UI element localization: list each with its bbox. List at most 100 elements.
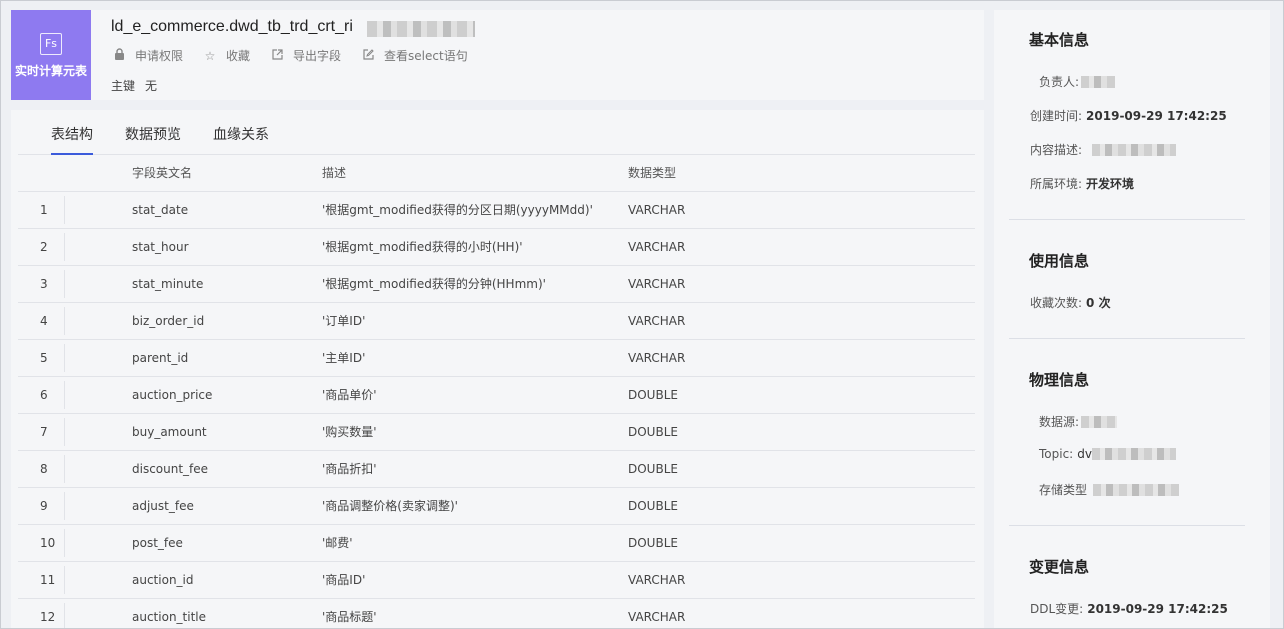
environment-label: 所属环境: xyxy=(1030,177,1083,191)
field-name: adjust_fee xyxy=(132,499,194,513)
field-type: VARCHAR xyxy=(628,240,686,254)
redacted-topic xyxy=(1091,448,1176,460)
table-row[interactable]: 10 post_fee '邮费' DOUBLE xyxy=(18,525,975,562)
field-description: '购买数量' xyxy=(322,425,377,439)
table-row[interactable]: 3 stat_minute '根据gmt_modified获得的分钟(HHmm)' V… xyxy=(18,266,975,303)
field-type: VARCHAR xyxy=(628,573,686,587)
row-divider xyxy=(64,196,65,224)
table-row[interactable]: 2 stat_hour '根据gmt_modified获得的小时(HH)' VARCH… xyxy=(18,229,975,266)
schema-table: 字段英文名 描述 数据类型 1 stat_date '根据gmt_modified获… xyxy=(18,155,975,629)
tab-bar: 表结构 数据预览 血缘关系 xyxy=(18,110,975,155)
table-header-card: Fs 实时计算元表 ld_e_commerce.dwd_tb_trd_crt_r… xyxy=(11,10,984,100)
favorite-count-value: 0 次 xyxy=(1086,296,1111,310)
field-description: '订单ID' xyxy=(322,314,366,328)
view-select-label: 查看select语句 xyxy=(384,49,468,63)
ddl-change-value: 2019-09-29 17:42:25 xyxy=(1087,601,1228,616)
primary-key: 主键无 xyxy=(111,77,157,94)
row-index: 1 xyxy=(40,203,48,217)
created-time-field: 创建时间: 2019-09-29 17:42:25 xyxy=(1030,107,1227,124)
primary-key-label: 主键 xyxy=(111,79,136,93)
star-icon: ☆ xyxy=(204,48,216,63)
info-panel: 基本信息 负责人: 创建时间: 2019-09-29 17:42:25 内容描述… xyxy=(994,10,1270,629)
field-type: VARCHAR xyxy=(628,203,686,217)
table-row[interactable]: 4 biz_order_id '订单ID' VARCHAR xyxy=(18,303,975,340)
tab-data-preview[interactable]: 数据预览 xyxy=(125,124,181,155)
field-name: biz_order_id xyxy=(132,314,205,328)
table-type-label: 实时计算元表 xyxy=(14,64,87,78)
field-type: VARCHAR xyxy=(628,351,686,365)
favorite-button[interactable]: ☆ 收藏 xyxy=(202,47,250,64)
description-label: 内容描述: xyxy=(1030,143,1083,157)
field-type: DOUBLE xyxy=(628,388,678,402)
table-row[interactable]: 8 discount_fee '商品折扣' DOUBLE xyxy=(18,451,975,488)
row-index: 6 xyxy=(40,388,48,402)
row-index: 11 xyxy=(40,573,56,587)
field-name: stat_date xyxy=(132,203,189,217)
field-name: stat_hour xyxy=(132,240,189,254)
table-row[interactable]: 9 adjust_fee '商品调整价格(卖家调整)' DOUBLE xyxy=(18,488,975,525)
topic-label: Topic: xyxy=(1039,447,1074,461)
row-index: 12 xyxy=(40,610,56,624)
primary-key-value: 无 xyxy=(145,79,158,93)
row-divider xyxy=(64,307,65,335)
field-type: VARCHAR xyxy=(628,277,686,291)
row-index: 2 xyxy=(40,240,48,254)
tab-lineage[interactable]: 血缘关系 xyxy=(213,124,269,155)
field-name: auction_title xyxy=(132,610,207,624)
ddl-change-field: DDL变更: 2019-09-29 17:42:25 xyxy=(1030,600,1228,617)
row-index: 5 xyxy=(40,351,48,365)
fs-icon: Fs xyxy=(40,33,62,55)
storage-type-field: 存储类型 xyxy=(1039,481,1180,498)
export-fields-label: 导出字段 xyxy=(293,49,342,63)
apply-permission-label: 申请权限 xyxy=(135,49,184,63)
header-actions: 申请权限 ☆ 收藏 导出字段 查看select语句 xyxy=(111,47,487,64)
row-divider xyxy=(64,492,65,520)
table-row[interactable]: 7 buy_amount '购买数量' DOUBLE xyxy=(18,414,975,451)
column-header-name: 字段英文名 xyxy=(132,166,193,180)
field-type: VARCHAR xyxy=(628,314,686,328)
field-description: '商品单价' xyxy=(322,388,377,402)
basic-info-title: 基本信息 xyxy=(1029,31,1090,49)
row-divider xyxy=(64,344,65,372)
apply-permission-button[interactable]: 申请权限 xyxy=(111,47,183,64)
topic-field: Topic: dv xyxy=(1039,447,1176,461)
view-select-button[interactable]: 查看select语句 xyxy=(360,47,468,64)
row-index: 3 xyxy=(40,277,48,291)
field-description: '商品标题' xyxy=(322,610,377,624)
table-row[interactable]: 1 stat_date '根据gmt_modified获得的分区日期(yyyyMMd… xyxy=(18,192,975,229)
favorite-label: 收藏 xyxy=(226,49,251,63)
row-index: 8 xyxy=(40,462,48,476)
table-row[interactable]: 5 parent_id '主单ID' VARCHAR xyxy=(18,340,975,377)
table-row[interactable]: 11 auction_id '商品ID' VARCHAR xyxy=(18,562,975,599)
usage-info-title: 使用信息 xyxy=(1029,252,1090,270)
datasource-field: 数据源: xyxy=(1039,413,1118,430)
field-description: '根据gmt_modified获得的分区日期(yyyyMMdd)' xyxy=(322,203,593,217)
table-row[interactable]: 6 auction_price '商品单价' DOUBLE xyxy=(18,377,975,414)
field-type: VARCHAR xyxy=(628,610,686,624)
field-type: DOUBLE xyxy=(628,425,678,439)
favorite-count-label: 收藏次数: xyxy=(1030,296,1083,310)
column-header-desc: 描述 xyxy=(322,166,347,180)
row-index: 4 xyxy=(40,314,48,328)
field-name: parent_id xyxy=(132,351,189,365)
field-name: auction_price xyxy=(132,388,213,402)
field-description: '商品折扣' xyxy=(322,462,377,476)
table-row[interactable]: 12 auction_title '商品标题' VARCHAR xyxy=(18,599,975,629)
field-name: auction_id xyxy=(132,573,194,587)
row-index: 10 xyxy=(40,536,56,550)
field-name: stat_minute xyxy=(132,277,204,291)
row-divider xyxy=(64,381,65,409)
ddl-change-label: DDL变更: xyxy=(1030,602,1084,616)
table-name: ld_e_commerce.dwd_tb_trd_crt_ri xyxy=(111,18,353,35)
storage-type-label: 存储类型 xyxy=(1039,483,1088,497)
tab-schema[interactable]: 表结构 xyxy=(51,124,93,155)
export-fields-button[interactable]: 导出字段 xyxy=(269,47,341,64)
row-divider xyxy=(64,566,65,594)
field-type: DOUBLE xyxy=(628,462,678,476)
export-icon xyxy=(269,48,285,63)
field-type: DOUBLE xyxy=(628,499,678,513)
field-name: discount_fee xyxy=(132,462,209,476)
row-divider xyxy=(64,270,65,298)
redacted-owner xyxy=(1081,75,1116,88)
created-time-value: 2019-09-29 17:42:25 xyxy=(1086,108,1227,123)
